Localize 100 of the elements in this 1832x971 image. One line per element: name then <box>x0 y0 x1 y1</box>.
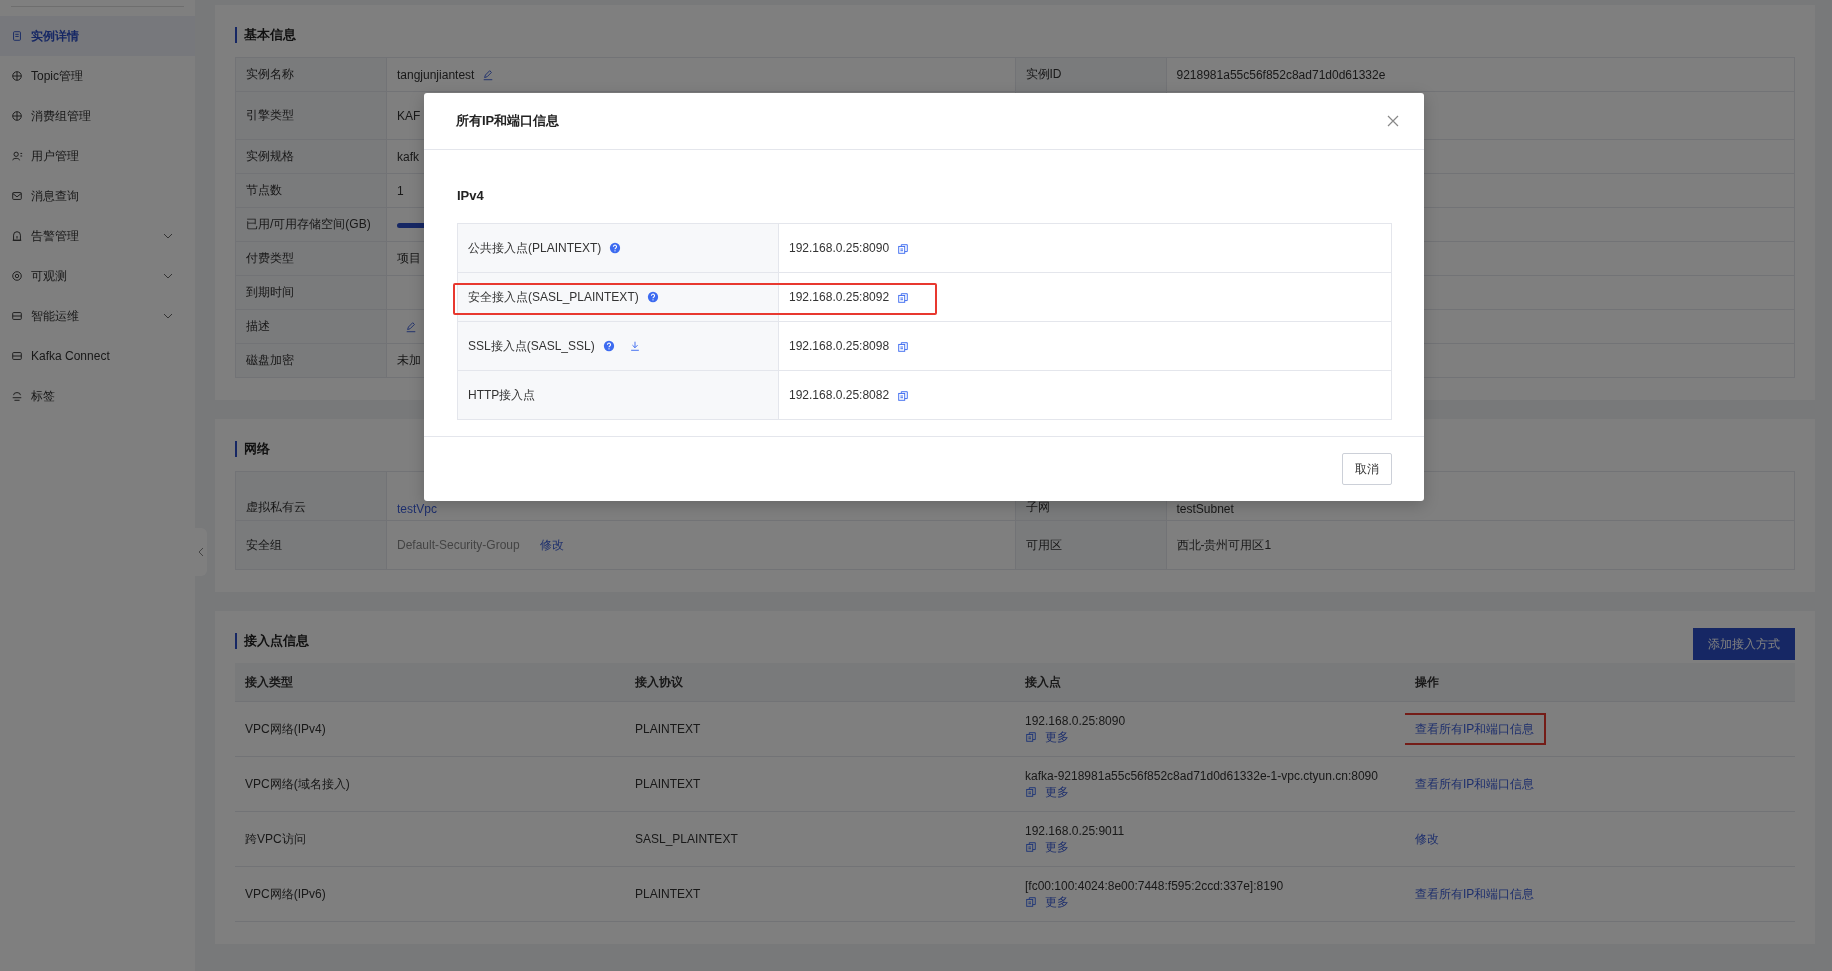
chevron-down-icon[interactable] <box>163 311 173 321</box>
copy-icon[interactable] <box>1025 841 1037 853</box>
field-label: 安全接入点(SASL_PLAINTEXT) <box>468 289 639 304</box>
field-label: 节点数 <box>235 173 387 208</box>
menu-item-icon <box>11 150 23 162</box>
section-title: IPv4 <box>457 188 485 203</box>
table-cell: VPC网络(域名接入) <box>235 756 625 812</box>
more-link[interactable]: 更多 <box>1045 729 1069 745</box>
sidebar-item[interactable]: 告警管理 <box>0 216 195 256</box>
section-title: 基本信息 <box>235 27 296 43</box>
field-value: 1 <box>397 183 404 198</box>
field-label: HTTP接入点 <box>468 387 536 402</box>
vpc-link[interactable]: testVpc <box>397 502 438 516</box>
column-header: 接入点 <box>1015 663 1405 702</box>
more-link[interactable]: 更多 <box>1045 784 1069 800</box>
field-label: SSL接入点(SASL_SSL) <box>468 338 595 353</box>
menu-item-icon <box>11 190 23 202</box>
field-label: 虚拟私有云 <box>235 471 387 521</box>
view-link[interactable]: 查看所有IP和端口信息 <box>1405 768 1547 800</box>
ip-address: 192.168.0.25:8092 <box>789 290 890 304</box>
edit-link[interactable]: 修改 <box>539 537 564 552</box>
menu-item-icon <box>11 270 23 282</box>
help-icon[interactable] <box>646 291 659 304</box>
endpoint-text: [fc00:100:4024:8e00:7448:f595:2ccd:337e]:8190 <box>1025 878 1285 894</box>
view-link[interactable]: 查看所有IP和端口信息 <box>1405 713 1547 745</box>
column-header: 操作 <box>1405 663 1795 702</box>
add-access-button[interactable]: 添加接入方式 <box>1693 628 1795 660</box>
sidebar-item[interactable]: Topic管理 <box>0 56 195 96</box>
field-label: 磁盘加密 <box>235 343 387 378</box>
copy-icon[interactable] <box>897 389 910 402</box>
field-value: Default-Security-Group <box>397 537 520 552</box>
copy-icon[interactable] <box>897 242 910 255</box>
field-label: 实例ID <box>1025 67 1062 81</box>
sidebar-item[interactable]: 实例详情 <box>0 16 195 56</box>
cancel-button[interactable]: 取消 <box>1342 453 1392 485</box>
ip-address: 192.168.0.25:8082 <box>789 388 890 402</box>
copy-icon[interactable] <box>1025 896 1037 908</box>
edit-icon[interactable] <box>405 321 417 334</box>
field-label: 到期时间 <box>235 275 387 310</box>
menu-item-icon <box>11 350 23 362</box>
menu-item-icon <box>11 310 23 322</box>
sidebar-item[interactable]: 消费组管理 <box>0 96 195 136</box>
table-cell: 跨VPC访问 <box>235 811 625 867</box>
sidebar-item[interactable]: 用户管理 <box>0 136 195 176</box>
section-title: 网络 <box>235 441 270 457</box>
sidebar-item[interactable]: 消息查询 <box>0 176 195 216</box>
table-cell: PLAINTEXT <box>625 701 1015 757</box>
menu-item-icon <box>11 70 23 82</box>
field-label: 安全组 <box>235 520 387 570</box>
copy-icon[interactable] <box>1025 786 1037 798</box>
table-cell: VPC网络(IPv4) <box>235 701 625 757</box>
chevron-down-icon[interactable] <box>163 271 173 281</box>
field-value: 未加 <box>397 353 421 367</box>
sidebar-item[interactable]: 智能运维 <box>0 296 195 336</box>
field-label: 已用/可用存储空间(GB) <box>235 207 387 242</box>
field-value: 9218981a55c56f852c8ad71d0d61332e <box>1176 67 1386 82</box>
field-label: 描述 <box>235 309 387 344</box>
table-cell: PLAINTEXT <box>625 866 1015 922</box>
download-icon[interactable] <box>628 340 641 353</box>
menu-item-icon <box>11 390 23 402</box>
field-label: 付费类型 <box>235 241 387 276</box>
field-label: 公共接入点(PLAINTEXT) <box>468 240 602 255</box>
copy-icon[interactable] <box>1025 731 1037 743</box>
collapse-handle[interactable] <box>195 528 207 576</box>
section-title: 接入点信息 <box>235 633 309 649</box>
sidebar-item[interactable]: 可观测 <box>0 256 195 296</box>
endpoint-text: 192.168.0.25:8090 <box>1025 713 1127 729</box>
field-value: kafk <box>397 149 419 164</box>
ip-address: 192.168.0.25:8090 <box>789 241 890 255</box>
field-value: 西北-贵州可用区1 <box>1166 520 1795 570</box>
menu-item-icon <box>11 30 23 42</box>
edit-icon[interactable] <box>482 69 495 82</box>
endpoint-text: kafka-9218981a55c56f852c8ad71d0d61332e-1-vpc.ctyun.cn:8090 <box>1025 768 1379 784</box>
copy-icon[interactable] <box>897 291 910 304</box>
field-label: 可用区 <box>1015 520 1166 570</box>
more-link[interactable]: 更多 <box>1045 894 1069 910</box>
dialog-title: 所有IP和端口信息 <box>456 112 560 130</box>
menu-item-icon <box>11 230 23 242</box>
help-icon[interactable] <box>609 242 622 255</box>
help-icon[interactable] <box>602 340 615 353</box>
field-value: KAF <box>397 108 421 123</box>
view-link[interactable]: 修改 <box>1405 823 1451 855</box>
table-cell: SASL_PLAINTEXT <box>625 811 1015 867</box>
endpoint-text: 192.168.0.25:9011 <box>1025 823 1126 839</box>
table-cell: PLAINTEXT <box>625 756 1015 812</box>
copy-icon[interactable] <box>897 340 910 353</box>
sidebar-item[interactable]: Kafka Connect <box>0 336 195 376</box>
column-header: 接入协议 <box>625 663 1015 702</box>
close-icon[interactable] <box>1386 114 1400 128</box>
view-link[interactable]: 查看所有IP和端口信息 <box>1405 878 1547 910</box>
field-value: tangjunjiantest <box>397 67 475 82</box>
column-header: 接入类型 <box>235 663 625 702</box>
chevron-down-icon[interactable] <box>163 231 173 241</box>
ip-address: 192.168.0.25:8098 <box>789 339 890 353</box>
more-link[interactable]: 更多 <box>1045 839 1069 855</box>
sidebar-item[interactable]: 标签 <box>0 376 195 416</box>
field-label: 引擎类型 <box>235 91 387 140</box>
table-cell: VPC网络(IPv6) <box>235 866 625 922</box>
field-label: 实例名称 <box>235 57 387 92</box>
field-value: 项目 <box>397 251 421 265</box>
